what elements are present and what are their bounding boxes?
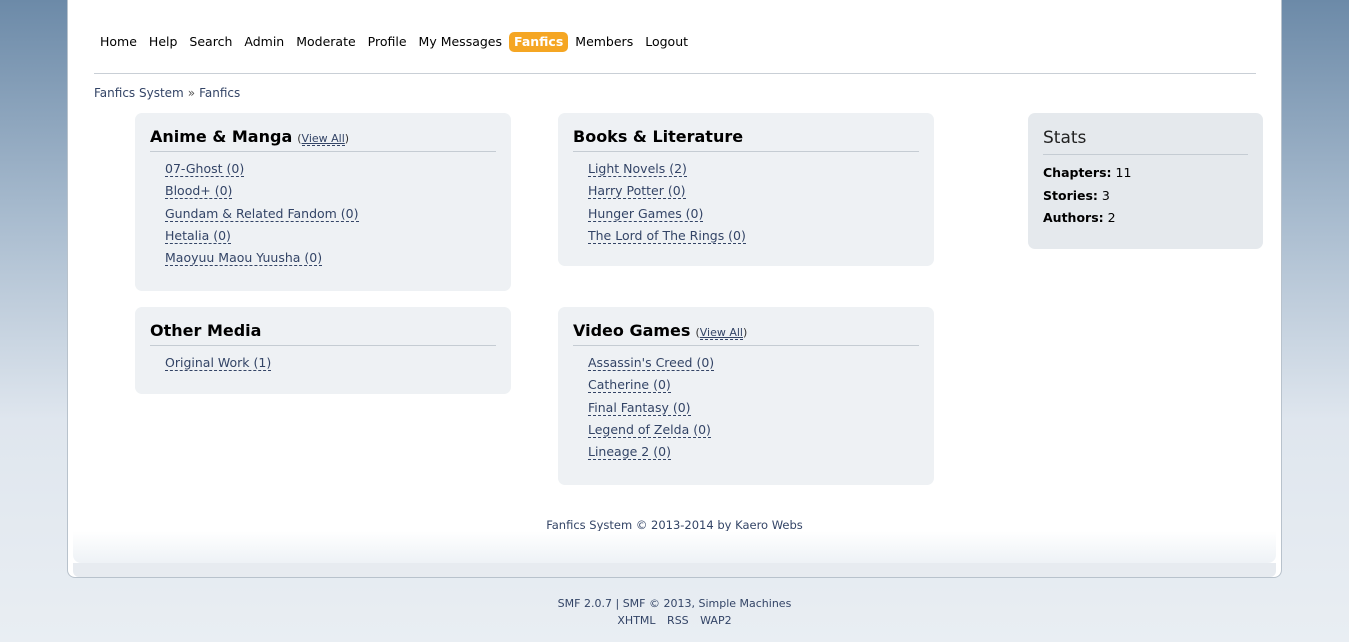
list-item: Light Novels (2) xyxy=(588,158,919,180)
category-header: Books & Literature xyxy=(573,127,919,152)
menu-item-members[interactable]: Members xyxy=(570,32,638,52)
wap2-link[interactable]: WAP2 xyxy=(700,614,731,627)
list-item: Lineage 2 (0) xyxy=(588,441,919,463)
category-title: Anime & Manga xyxy=(150,127,293,146)
footer-separator: | xyxy=(615,597,620,610)
category-link[interactable]: Hetalia (0) xyxy=(165,227,231,244)
category-link[interactable]: Lineage 2 (0) xyxy=(588,444,671,461)
list-item: Assassin's Creed (0) xyxy=(588,352,919,374)
category-link[interactable]: The Lord of The Rings (0) xyxy=(588,227,746,244)
list-item: Maoyuu Maou Yuusha (0) xyxy=(165,247,496,269)
wrapper-footer-gradient xyxy=(73,531,1276,563)
stats-authors-value: 2 xyxy=(1107,210,1116,225)
category-link[interactable]: 07-Ghost (0) xyxy=(165,161,245,177)
menu-item-home[interactable]: Home xyxy=(95,32,142,52)
view-all-link[interactable]: View All xyxy=(301,132,345,146)
category-link[interactable]: Gundam & Related Fandom (0) xyxy=(165,205,359,222)
category-title: Other Media xyxy=(150,321,262,340)
category-link[interactable]: Light Novels (2) xyxy=(588,161,687,177)
category-link[interactable]: Hunger Games (0) xyxy=(588,205,704,222)
category-box-books: Books & Literature Light Novels (2) Harr… xyxy=(558,113,934,266)
menu-divider xyxy=(94,73,1256,74)
main-wrapper: Home Help Search Admin Moderate Profile … xyxy=(67,0,1282,578)
breadcrumb-separator: » xyxy=(187,86,196,100)
menu-item-my-messages[interactable]: My Messages xyxy=(414,32,507,52)
category-link[interactable]: Catherine (0) xyxy=(588,377,671,394)
menu-item-fanfics[interactable]: Fanfics xyxy=(509,32,569,52)
category-link[interactable]: Original Work (1) xyxy=(165,355,272,371)
rss-link[interactable]: RSS xyxy=(667,614,689,627)
category-link[interactable]: Legend of Zelda (0) xyxy=(588,421,711,438)
list-item: 07-Ghost (0) xyxy=(165,158,496,180)
smf-links: XHTML RSS WAP2 xyxy=(0,612,1349,629)
menu-item-logout[interactable]: Logout xyxy=(640,32,693,52)
category-link[interactable]: Final Fantasy (0) xyxy=(588,399,691,416)
stats-box: Stats Chapters: 11 Stories: 3 Authors: 2 xyxy=(1028,113,1263,249)
view-all-wrap: (View All) xyxy=(695,326,748,340)
category-list: 07-Ghost (0) Blood+ (0) Gundam & Related… xyxy=(150,158,496,269)
category-header: Other Media xyxy=(150,321,496,346)
list-item: Legend of Zelda (0) xyxy=(588,419,919,441)
list-item: Blood+ (0) xyxy=(165,180,496,202)
list-item: Harry Potter (0) xyxy=(588,180,919,202)
menu-item-search[interactable]: Search xyxy=(184,32,237,52)
category-link[interactable]: Blood+ (0) xyxy=(165,183,233,200)
menu-item-profile[interactable]: Profile xyxy=(363,32,412,52)
stats-chapters-label: Chapters: xyxy=(1043,165,1112,180)
stats-chapters: Chapters: 11 xyxy=(1043,162,1248,185)
category-link[interactable]: Harry Potter (0) xyxy=(588,183,686,200)
menu-item-help[interactable]: Help xyxy=(144,32,183,52)
menu-item-moderate[interactable]: Moderate xyxy=(291,32,360,52)
smf-footer: SMF 2.0.7 | SMF © 2013, Simple Machines … xyxy=(0,595,1349,629)
stats-chapters-value: 11 xyxy=(1115,165,1132,180)
category-header: Anime & Manga (View All) xyxy=(150,127,496,152)
main-menu: Home Help Search Admin Moderate Profile … xyxy=(95,32,693,52)
stats-title: Stats xyxy=(1043,128,1248,155)
category-box-anime: Anime & Manga (View All) 07-Ghost (0) Bl… xyxy=(135,113,511,291)
smf-copyright-link[interactable]: SMF © 2013, Simple Machines xyxy=(623,597,792,610)
category-box-other: Other Media Original Work (1) xyxy=(135,307,511,394)
category-link[interactable]: Maoyuu Maou Yuusha (0) xyxy=(165,250,323,267)
category-title: Books & Literature xyxy=(573,127,744,146)
smf-version-link[interactable]: SMF 2.0.7 xyxy=(558,597,612,610)
stats-stories: Stories: 3 xyxy=(1043,185,1248,208)
breadcrumb-root[interactable]: Fanfics System xyxy=(94,86,184,100)
stats-authors: Authors: 2 xyxy=(1043,207,1248,230)
list-item: The Lord of The Rings (0) xyxy=(588,225,919,247)
category-link[interactable]: Assassin's Creed (0) xyxy=(588,355,715,371)
category-header: Video Games (View All) xyxy=(573,321,919,346)
category-list: Original Work (1) xyxy=(150,352,496,374)
list-item: Hetalia (0) xyxy=(165,225,496,247)
category-box-games: Video Games (View All) Assassin's Creed … xyxy=(558,307,934,485)
list-item: Original Work (1) xyxy=(165,352,496,374)
list-item: Catherine (0) xyxy=(588,374,919,396)
stats-stories-label: Stories: xyxy=(1043,187,1098,203)
credit-text: Fanfics System © 2013-2014 by Kaero Webs xyxy=(546,518,803,532)
list-item: Hunger Games (0) xyxy=(588,203,919,225)
smf-copyright-line: SMF 2.0.7 | SMF © 2013, Simple Machines xyxy=(0,595,1349,612)
stats-authors-label: Authors: xyxy=(1043,210,1104,225)
list-item: Final Fantasy (0) xyxy=(588,397,919,419)
menu-item-admin[interactable]: Admin xyxy=(239,32,289,52)
list-item: Gundam & Related Fandom (0) xyxy=(165,203,496,225)
breadcrumb: Fanfics System» Fanfics xyxy=(94,86,240,100)
category-list: Assassin's Creed (0) Catherine (0) Final… xyxy=(573,352,919,463)
xhtml-link[interactable]: XHTML xyxy=(617,614,655,627)
view-all-link[interactable]: View All xyxy=(699,326,743,340)
category-list: Light Novels (2) Harry Potter (0) Hunger… xyxy=(573,158,919,247)
wrapper-footer-bar xyxy=(73,563,1276,577)
stats-stories-value: 3 xyxy=(1101,187,1110,203)
breadcrumb-current[interactable]: Fanfics xyxy=(199,86,240,100)
view-all-wrap: (View All) xyxy=(297,132,350,146)
category-title: Video Games xyxy=(573,321,691,340)
